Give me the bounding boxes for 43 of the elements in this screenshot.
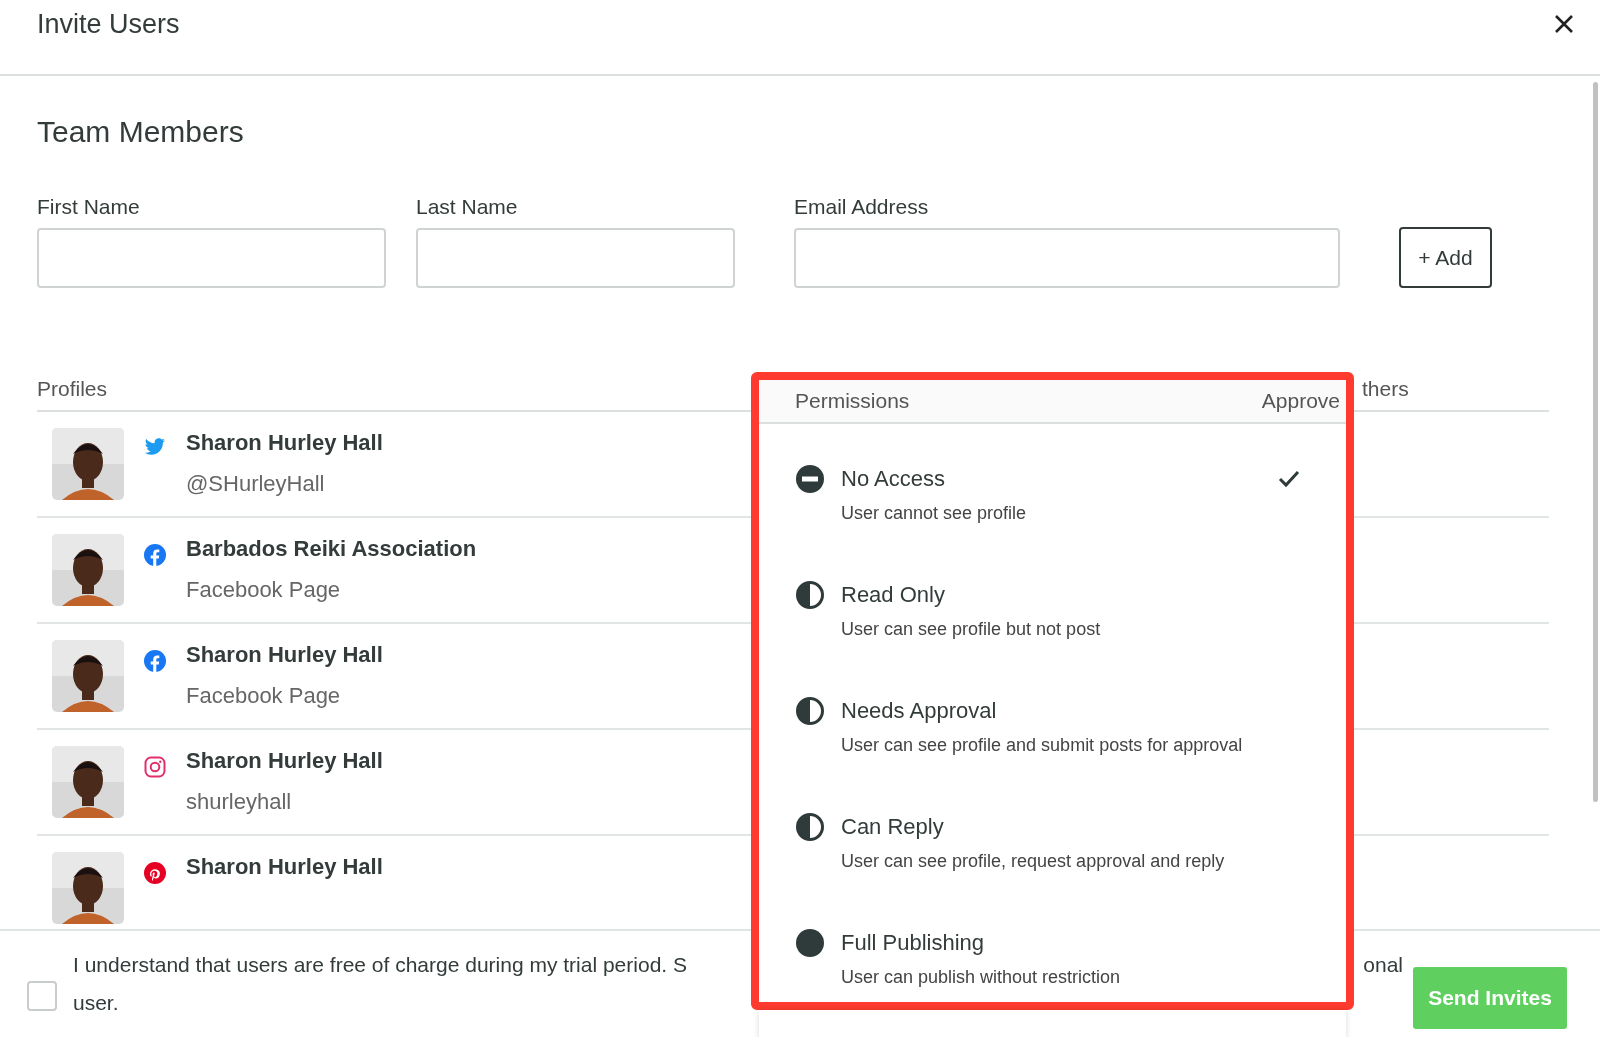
section-title: Team Members [37,114,245,150]
minus-circle-icon [795,464,825,494]
camera-icon [144,756,166,778]
circle-icon [795,928,825,958]
column-header: Approve [1261,389,1340,413]
profile-name: Sharon Hurley Hall [186,641,383,669]
scrollbar[interactable] [1593,82,1598,802]
profile-name: Sharon Hurley Hall [186,853,383,881]
half-circle-icon [795,812,825,842]
checkbox[interactable] [27,981,57,1011]
profile-handle: Facebook Page [186,682,342,710]
column-header: Profiles [37,377,108,401]
profile-name: Barbados Reiki Association [186,535,477,563]
facebook-icon [144,544,166,566]
permission-option[interactable]: Read Only User can see profile but not post [759,582,1346,641]
dialog-title: Invite Users [37,8,180,40]
field-label: Email Address [794,194,930,220]
terms-text: I understand that users are free of charge during my trial period. S [73,952,687,978]
permission-option[interactable]: Full Publishing User can publish without restriction [759,930,1346,989]
field-label: Last Name [416,194,519,220]
column-header: thers [1362,377,1410,401]
column-header: Permissions [795,389,910,413]
profile-handle: @SHurleyHall [186,470,326,498]
field-label: First Name [37,194,141,220]
profile-name: Sharon Hurley Hall [186,747,383,775]
half-circle-icon [795,580,825,610]
bird-icon [144,438,166,456]
terms-text: user. [73,990,120,1016]
permission-option[interactable]: Needs Approval User can see profile and submit posts for approval [759,698,1346,757]
pinterest-icon [144,862,166,884]
profile-name: Sharon Hurley Hall [186,429,383,457]
permission-option[interactable]: Can Reply User can see profile, request approval and reply [759,814,1346,873]
add-button[interactable]: + Add [1399,227,1492,288]
input-field[interactable] [794,228,1340,288]
checkmark-icon [1278,470,1300,488]
input-field[interactable] [416,228,735,288]
profile-handle: shurleyhall [186,788,293,816]
input-field[interactable] [37,228,386,288]
close-icon[interactable] [1554,14,1574,34]
facebook-icon [144,650,166,672]
half-circle-icon [795,696,825,726]
terms-text: onal [1363,952,1403,978]
profile-handle: Facebook Page [186,576,342,604]
